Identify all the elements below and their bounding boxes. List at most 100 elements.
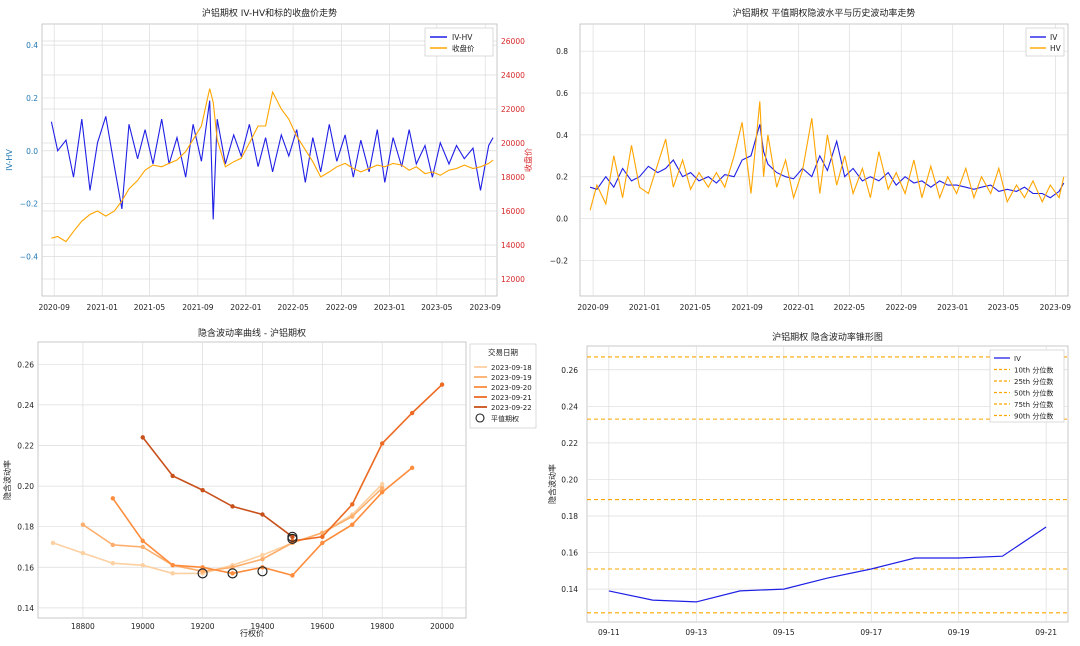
y-axis-label: 隐含波动率 [2,460,12,500]
data-point [110,496,116,501]
legend-label: IV [1014,355,1021,363]
legend-title: 交易日期 [488,347,518,357]
y-tick-label: 0.20 [17,482,34,491]
chart-2: 2020-09 2021-01 2021-05 2021-09 2022-01 2022-… [550,7,1071,312]
legend-label: 2023-09-19 [491,374,532,382]
legend-label: 收盘价 [452,43,475,53]
data-point [230,571,235,576]
chart-title: 沪铝期权 IV-HV和标的收盘价走势 [202,7,337,19]
data-point [409,410,415,416]
x-tick-label: 2021-01 [629,303,661,312]
series-line [608,526,1047,603]
y-tick-label: 0.14 [561,585,578,594]
data-point [350,514,355,519]
data-point [170,571,175,576]
y-tick-label: 0.18 [17,523,34,532]
legend-label: IV-HV [452,33,473,42]
data-point [260,512,265,517]
y2-tick-label: 12000 [501,275,525,284]
y2-tick-label: 24000 [501,71,525,80]
plot-frame [37,341,467,619]
x-tick-label: 2021-09 [731,303,763,312]
legend-label: 25th 分位数 [1014,377,1053,386]
y-tick-label: 0.2 [556,173,568,182]
data-point [170,473,175,479]
y-tick-label: 0.4 [556,131,568,140]
y2-tick-label: 22000 [501,105,525,114]
y-tick-label: 0.0 [26,147,38,156]
x-tick-label: 09-17 [860,628,882,637]
data-point [379,489,385,495]
chart-1: 2020-09 2021-01 2021-05 2021-09 2022-01 2022-… [5,7,533,312]
y-tick-label: 0.6 [556,89,568,98]
x-tick-label: 2021-05 [134,303,166,312]
x-tick-label: 2022-05 [834,303,866,312]
x-tick-label: 19200 [191,622,215,631]
y-tick-label: 0.24 [561,402,578,411]
chart-4: 09-11 09-13 09-15 09-17 09-19 09-21 0.14 0.16 0.… [547,331,1069,637]
x-tick-label: 2023-09 [470,303,502,312]
data-point [350,522,355,527]
data-point [379,441,385,446]
legend-label: 2023-09-22 [491,404,532,412]
y-axis-label: 隐含波动率 [547,464,557,504]
data-point [379,485,385,491]
series-line [51,88,494,243]
y-tick-label: 0.22 [561,439,578,448]
x-tick-label: 2021-09 [182,303,214,312]
data-point [379,481,385,487]
x-tick-label: 09-19 [948,628,970,637]
y-tick-label: 0.20 [561,475,578,484]
y2-tick-label: 18000 [501,173,525,182]
data-point [230,504,235,509]
y2-tick-label: 26000 [501,37,525,46]
y2-tick-label: 14000 [501,241,525,250]
x-tick-label: 2023-01 [937,303,969,312]
data-point [290,534,295,540]
y-tick-label: 0.0 [556,215,568,224]
series-line [82,487,383,573]
legend-label: 50th 分位数 [1014,389,1053,398]
data-point [320,534,325,540]
x-tick-label: 2023-05 [988,303,1020,312]
y-tick-label: 0.16 [561,549,578,558]
data-point [290,573,295,578]
data-point [80,550,86,556]
legend-label: 2023-09-20 [491,384,532,392]
data-point [260,552,265,558]
series-line [589,101,1065,211]
x-tick-label: 19600 [310,622,334,631]
data-point [350,502,355,507]
data-point [110,542,116,548]
y-tick-label: −0.4 [20,252,38,261]
y2-tick-label: 20000 [501,139,525,148]
x-tick-label: 2020-09 [39,303,71,312]
data-point [140,563,145,568]
data-point [140,544,145,550]
chart-title: 沪铝期权 平值期权隐波水平与历史波动率走势 [733,7,916,19]
data-point [170,563,175,568]
data-point [260,556,265,562]
y-tick-label: 0.26 [17,360,34,369]
x-tick-label: 18800 [71,622,95,631]
legend-box [989,349,1065,423]
x-tick-label: 2020-09 [577,303,609,312]
legend-label: HV [1050,44,1062,53]
y-tick-label: −0.2 [550,256,568,265]
x-tick-label: 2023-05 [421,303,453,312]
x-tick-label: 09-21 [1035,628,1057,637]
y2-axis-label: 收盘价 [523,148,533,172]
legend-label: 10th 分位数 [1014,366,1053,375]
x-tick-label: 09-13 [685,628,707,637]
data-point [439,382,445,387]
chart-3: 18800 19000 19200 19400 19600 19800 200000.140… [2,327,537,638]
data-point [320,540,325,546]
data-point [80,522,86,527]
y-tick-label: 0.14 [17,604,34,613]
y-tick-label: 0.24 [17,401,34,410]
y-tick-label: 0.2 [26,94,38,103]
x-tick-label: 2022-09 [326,303,358,312]
data-point [409,465,415,471]
legend-label: 2023-09-18 [491,364,532,372]
data-point [200,487,205,493]
